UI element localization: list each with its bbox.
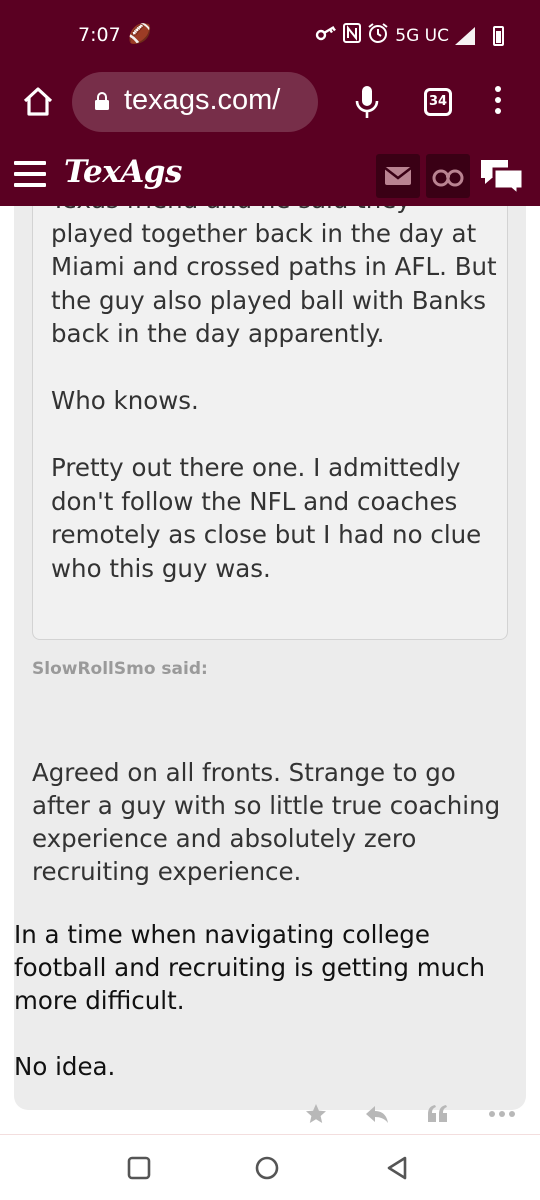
back-icon[interactable] <box>384 1155 410 1181</box>
post-paragraph: In a time when navigating college footba… <box>14 920 486 1015</box>
nfc-icon <box>343 23 362 48</box>
tab-switcher-button[interactable]: 34 <box>424 88 452 116</box>
post-body: In a time when navigating college footba… <box>14 918 530 1116</box>
alarm-icon <box>367 22 389 49</box>
post-actions <box>0 1102 540 1132</box>
system-navigation-bar <box>0 1134 540 1200</box>
battery-icon <box>493 25 504 46</box>
inner-quote-paragraph: played together back in the day at Miami… <box>51 218 497 349</box>
messages-button[interactable] <box>376 154 420 198</box>
status-bar: 7:07 🏈 5G UC <box>0 0 540 70</box>
post-paragraph: No idea. <box>14 1052 116 1081</box>
quote-icon[interactable] <box>426 1102 450 1128</box>
inner-quote-partial-line: Texas friend and he said they <box>51 206 499 217</box>
browser-toolbar: texags.com/ 34 <box>0 70 540 136</box>
more-icon[interactable] <box>488 1102 516 1128</box>
star-icon[interactable] <box>304 1102 328 1128</box>
recents-icon[interactable] <box>126 1155 152 1181</box>
status-time: 7:07 <box>78 24 121 46</box>
football-notification-icon: 🏈 <box>128 23 152 45</box>
inner-quote-text: Texas friend and he said they played tog… <box>51 206 499 619</box>
key-icon <box>315 25 337 46</box>
quote-block-inner: Texas friend and he said they played tog… <box>32 206 508 640</box>
inner-quote-paragraph: Who knows. <box>51 386 199 415</box>
binoculars-icon <box>432 169 464 187</box>
microphone-icon[interactable] <box>352 84 382 120</box>
network-label: 5G UC <box>395 25 449 46</box>
chat-bubbles-icon[interactable] <box>478 154 526 199</box>
quote-author-attribution[interactable]: SlowRollSmo said: <box>32 659 208 679</box>
inner-quote-paragraph: Pretty out there one. I admittedly don't… <box>51 453 482 583</box>
mail-icon <box>384 167 412 185</box>
site-header: TexAgs <box>0 148 540 206</box>
home-icon[interactable] <box>16 80 60 124</box>
reply-icon[interactable] <box>364 1102 390 1128</box>
hamburger-menu-icon[interactable] <box>14 161 46 187</box>
status-icons: 5G UC <box>315 22 504 49</box>
url-text: texags.com/ <box>124 84 281 116</box>
address-bar[interactable]: texags.com/ <box>72 72 318 132</box>
signal-icon <box>455 26 475 45</box>
lock-icon <box>94 92 110 110</box>
watched-threads-button[interactable] <box>426 154 470 198</box>
thread-content: Texas friend and he said they played tog… <box>0 206 540 1134</box>
menu-icon[interactable] <box>488 86 508 120</box>
outer-quote-text: Agreed on all fronts. Strange to go afte… <box>32 758 501 886</box>
site-logo[interactable]: TexAgs <box>64 154 182 190</box>
home-nav-icon[interactable] <box>254 1155 280 1181</box>
